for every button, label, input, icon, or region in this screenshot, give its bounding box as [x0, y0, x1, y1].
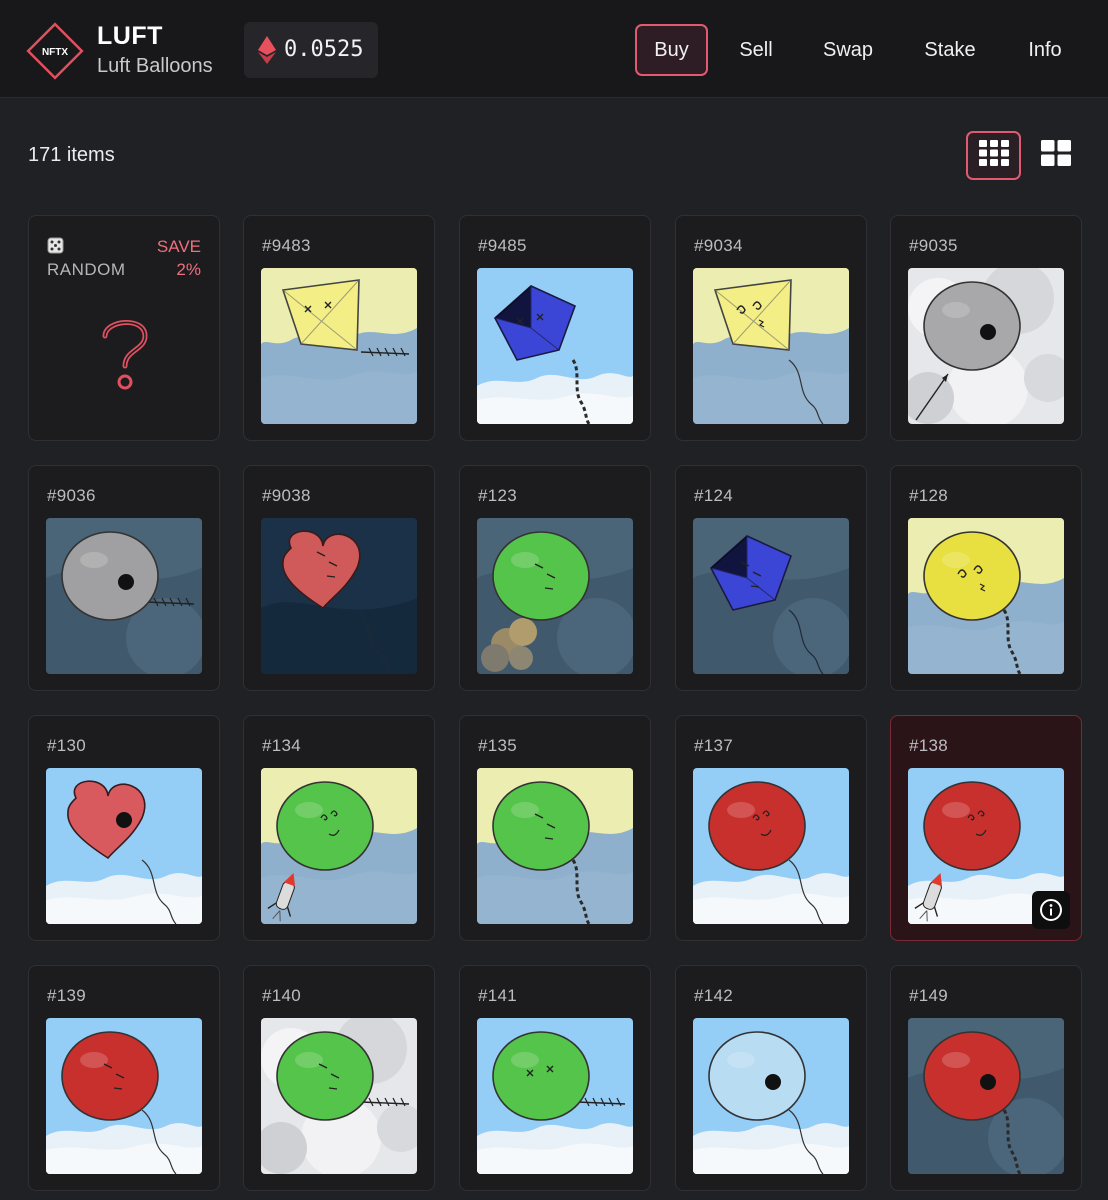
grid-large-view-button[interactable] — [1028, 131, 1083, 180]
floor-price-badge: 0.0525 — [244, 22, 378, 78]
item-thumbnail — [908, 1018, 1064, 1174]
dice-icon — [47, 237, 64, 259]
item-thumbnail — [693, 768, 849, 924]
item-card[interactable]: #130 — [28, 715, 220, 941]
item-thumbnail — [477, 268, 633, 424]
tab-sell[interactable]: Sell — [724, 24, 788, 76]
item-card[interactable]: #134 — [243, 715, 435, 941]
tab-stake[interactable]: Stake — [910, 24, 990, 76]
item-thumbnail — [261, 768, 417, 924]
item-id-label: #9034 — [694, 236, 743, 255]
item-card[interactable]: #9483 — [243, 215, 435, 441]
item-card[interactable]: #140 — [243, 965, 435, 1191]
grid-small-view-button[interactable] — [966, 131, 1021, 180]
item-card[interactable]: #124 — [675, 465, 867, 691]
info-icon[interactable] — [1032, 891, 1070, 929]
grid-small-icon — [978, 140, 1009, 171]
item-id-label: #123 — [478, 486, 518, 505]
item-thumbnail — [908, 268, 1064, 424]
item-id-label: #142 — [694, 986, 734, 1005]
logo-text: NFTX — [42, 47, 68, 58]
tab-buy[interactable]: Buy — [635, 24, 708, 76]
item-id-label: #9038 — [262, 486, 311, 505]
item-id-label: #130 — [47, 736, 87, 755]
item-id-label: #9485 — [478, 236, 527, 255]
item-id-label: #128 — [909, 486, 949, 505]
item-thumbnail — [693, 518, 849, 674]
item-card[interactable]: #9038 — [243, 465, 435, 691]
item-id-label: #137 — [694, 736, 734, 755]
item-card[interactable]: #9035 — [890, 215, 1082, 441]
item-thumbnail — [693, 1018, 849, 1174]
item-card[interactable]: #139 — [28, 965, 220, 1191]
item-id-label: #138 — [909, 736, 949, 755]
save-percent: 2% — [176, 260, 201, 279]
item-id-label: #140 — [262, 986, 302, 1005]
item-card[interactable]: #9034 — [675, 215, 867, 441]
ethereum-icon — [258, 36, 276, 64]
item-id-label: #141 — [478, 986, 518, 1005]
item-thumbnail — [261, 518, 417, 674]
collection-title: LUFT — [97, 22, 163, 50]
price-value: 0.0525 — [284, 37, 364, 62]
item-id-label: #149 — [909, 986, 949, 1005]
item-thumbnail — [693, 268, 849, 424]
item-thumbnail — [477, 1018, 633, 1174]
item-card[interactable]: #138 — [890, 715, 1082, 941]
item-card[interactable]: #149 — [890, 965, 1082, 1191]
item-thumbnail — [46, 1018, 202, 1174]
item-thumbnail — [908, 518, 1064, 674]
item-thumbnail — [477, 518, 633, 674]
item-id-label: #9035 — [909, 236, 958, 255]
item-id-label: #135 — [478, 736, 518, 755]
item-card[interactable]: #137 — [675, 715, 867, 941]
item-id-label: #9483 — [262, 236, 311, 255]
item-thumbnail — [261, 268, 417, 424]
item-thumbnail — [46, 768, 202, 924]
tab-swap[interactable]: Swap — [808, 24, 888, 76]
item-thumbnail — [46, 518, 202, 674]
item-card[interactable]: #123 — [459, 465, 651, 691]
item-card[interactable]: #9485 — [459, 215, 651, 441]
random-label: RANDOM — [47, 260, 126, 279]
item-id-label: #124 — [694, 486, 734, 505]
collection-subtitle: Luft Balloons — [97, 55, 213, 77]
item-id-label: #139 — [47, 986, 87, 1005]
item-card[interactable]: #135 — [459, 715, 651, 941]
item-card[interactable]: #9036 — [28, 465, 220, 691]
question-mark-icon — [95, 312, 155, 399]
grid-large-icon — [1040, 140, 1071, 171]
items-count: 171 items — [28, 144, 115, 166]
item-id-label: #9036 — [47, 486, 96, 505]
save-label: SAVE — [156, 237, 201, 256]
random-item-card[interactable]: RANDOM SAVE 2% — [28, 215, 220, 441]
item-id-label: #134 — [262, 736, 302, 755]
nftx-logo-icon[interactable]: NFTX — [26, 22, 84, 80]
tab-info[interactable]: Info — [1012, 24, 1078, 76]
item-card[interactable]: #142 — [675, 965, 867, 1191]
item-card[interactable]: #128 — [890, 465, 1082, 691]
item-thumbnail — [477, 768, 633, 924]
top-bar: NFTX LUFT Luft Balloons 0.0525 Buy Sell … — [0, 0, 1108, 98]
item-thumbnail — [261, 1018, 417, 1174]
item-card[interactable]: #141 — [459, 965, 651, 1191]
